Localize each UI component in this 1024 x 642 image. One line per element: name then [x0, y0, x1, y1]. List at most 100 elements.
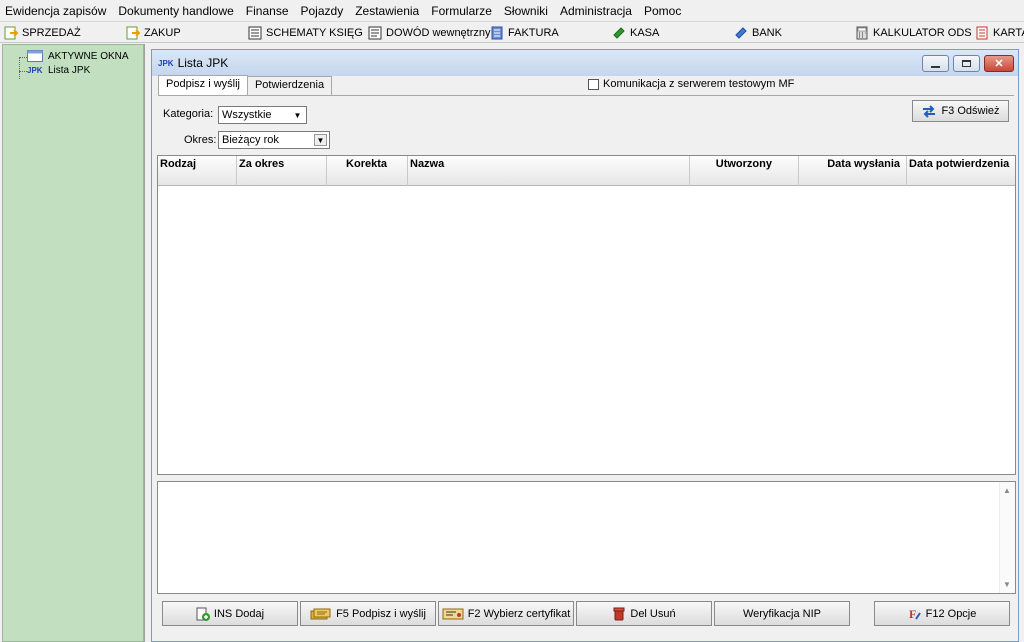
tab-podpisz[interactable]: Podpisz i wyślij [158, 75, 248, 95]
close-icon: ✕ [994, 58, 1004, 70]
kategoria-select[interactable]: Wszystkie ▼ [218, 106, 307, 124]
col-korekta[interactable]: Korekta [327, 156, 408, 186]
minimize-icon [931, 65, 940, 68]
pane-splitter[interactable] [144, 44, 148, 642]
col-utworzony[interactable]: Utworzony [690, 156, 799, 186]
calculator-icon [855, 26, 869, 40]
sign-send-icon [310, 607, 332, 621]
toolbar-dowod[interactable]: DOWÓD wewnętrzny [368, 24, 491, 42]
toolbar-karta-label: KARTA [993, 27, 1024, 39]
menu-slowniki[interactable]: Słowniki [504, 4, 548, 18]
maximize-icon [962, 60, 971, 67]
maximize-button[interactable] [953, 55, 980, 72]
nip-verification-button[interactable]: Weryfikacja NIP [714, 601, 850, 626]
toolbar-zakup-label: ZAKUP [144, 27, 181, 39]
action-button-bar: INS Dodaj F5 Podpisz i wyślij F2 Wybierz… [157, 598, 1016, 628]
add-button[interactable]: INS Dodaj [162, 601, 298, 626]
refresh-label: F3 Odśwież [941, 105, 1000, 117]
checkbox-box[interactable] [588, 78, 599, 90]
options-button[interactable]: F F12 Opcje [874, 601, 1010, 626]
menu-pomoc[interactable]: Pomoc [644, 4, 681, 18]
menu-ewidencja[interactable]: Ewidencja zapisów [5, 4, 106, 18]
grid-header: Rodzaj Za okres Korekta Nazwa Utworzony … [158, 156, 1015, 186]
tab-potwierdzenia[interactable]: Potwierdzenia [246, 76, 333, 95]
menu-administracja[interactable]: Administracja [560, 4, 632, 18]
options-icon: F [908, 607, 922, 621]
open-windows-tree: AKTYWNE OKNA JPK Lista JPK [2, 44, 144, 642]
certificate-icon [442, 607, 464, 621]
toolbar-zakup[interactable]: ZAKUP [126, 24, 181, 42]
select-certificate-label: F2 Wybierz certyfikat [467, 607, 571, 620]
dropdown-arrow-icon: ▼ [314, 134, 327, 146]
bank-card-icon [734, 26, 748, 40]
tab-divider [158, 95, 1014, 96]
svg-text:F: F [909, 607, 916, 621]
tree-item-lista-jpk[interactable]: JPK Lista JPK [27, 65, 90, 76]
toolbar-dowod-label: DOWÓD wewnętrzny [386, 27, 491, 39]
toolbar-kalkulator[interactable]: KALKULATOR ODS [855, 24, 972, 42]
menu-pojazdy[interactable]: Pojazdy [301, 4, 344, 18]
mf-test-server-checkbox[interactable]: Komunikacja z serwerem testowym MF [588, 78, 794, 90]
add-button-label: INS Dodaj [213, 607, 265, 620]
window-title: Lista JPK [177, 56, 229, 70]
memo-scrollbar[interactable]: ▲ ▼ [999, 482, 1015, 593]
menu-formularze[interactable]: Formularze [431, 4, 492, 18]
windows-icon [27, 50, 43, 62]
options-label: F12 Opcje [925, 607, 977, 620]
menu-finanse[interactable]: Finanse [246, 4, 289, 18]
toolbar-bank[interactable]: BANK [734, 24, 782, 42]
kategoria-value: Wszystkie [222, 109, 272, 121]
toolbar-kasa-label: KASA [630, 27, 660, 39]
toolbar-sprzedaz-label: SPRZEDAŻ [22, 27, 81, 39]
details-memo[interactable]: ▲ ▼ [157, 481, 1016, 594]
tree-line [19, 57, 27, 58]
close-button[interactable]: ✕ [984, 55, 1014, 72]
nip-verification-label: Weryfikacja NIP [742, 607, 822, 620]
sign-send-button[interactable]: F5 Podpisz i wyślij [300, 601, 436, 626]
okres-value: Bieżący rok [222, 134, 279, 146]
purchase-doc-icon [126, 26, 141, 40]
tree-item-active-windows[interactable]: AKTYWNE OKNA [27, 50, 129, 62]
toolbar-schematy[interactable]: SCHEMATY KSIĘG [248, 24, 363, 42]
toolbar-karta[interactable]: KARTA [975, 24, 1024, 42]
col-data-potwierdzenia[interactable]: Data potwierdzenia [907, 156, 1015, 186]
okres-select[interactable]: Bieżący rok ▼ [218, 131, 330, 149]
tab-bar: Podpisz i wyślij Potwierdzenia [158, 75, 333, 96]
col-za-okres[interactable]: Za okres [237, 156, 327, 186]
toolbar-faktura[interactable]: FAKTURA [490, 24, 559, 42]
toolbar-schematy-label: SCHEMATY KSIĘG [266, 27, 363, 39]
ledger-schema-icon [248, 26, 262, 40]
col-nazwa[interactable]: Nazwa [408, 156, 690, 186]
cash-icon [612, 26, 626, 40]
refresh-button[interactable]: F3 Odśwież [912, 100, 1009, 122]
menu-dokumenty[interactable]: Dokumenty handlowe [118, 4, 233, 18]
select-certificate-button[interactable]: F2 Wybierz certyfikat [438, 601, 574, 626]
tree-line [19, 71, 27, 72]
lista-jpk-window: JPK Lista JPK ✕ Podpisz i wyślij Potwier… [151, 49, 1019, 642]
card-doc-icon [975, 26, 989, 40]
okres-label: Okres: [184, 134, 217, 146]
col-rodzaj[interactable]: Rodzaj [158, 156, 237, 186]
tree-item-label: Lista JPK [48, 65, 91, 76]
sign-send-label: F5 Podpisz i wyślij [336, 607, 426, 620]
toolbar-sprzedaz[interactable]: SPRZEDAŻ [4, 24, 81, 42]
toolbar-kasa[interactable]: KASA [612, 24, 659, 42]
dropdown-arrow-icon: ▼ [293, 110, 302, 120]
toolbar-faktura-label: FAKTURA [508, 27, 559, 39]
minimize-button[interactable] [922, 55, 949, 72]
col-data-wyslania[interactable]: Data wysłania [799, 156, 907, 186]
scroll-down-icon[interactable]: ▼ [1003, 580, 1011, 589]
toolbar: SPRZEDAŻ ZAKUP SCHEMATY KSIĘG DOWÓD wewn… [0, 21, 1024, 43]
mf-test-server-label: Komunikacja z serwerem testowym MF [603, 78, 795, 90]
jpk-icon: JPK [27, 66, 43, 75]
menu-bar: Ewidencja zapisów Dokumenty handlowe Fin… [0, 0, 1024, 21]
invoice-icon [490, 26, 504, 40]
scroll-up-icon[interactable]: ▲ [1003, 486, 1011, 495]
tree-item-label: AKTYWNE OKNA [48, 50, 129, 62]
sales-doc-icon [4, 26, 19, 40]
window-titlebar[interactable]: JPK Lista JPK ✕ [152, 50, 1018, 76]
delete-button[interactable]: Del Usuń [576, 601, 712, 626]
delete-icon [612, 607, 626, 621]
delete-label: Del Usuń [630, 607, 676, 620]
menu-zestawienia[interactable]: Zestawienia [355, 4, 419, 18]
